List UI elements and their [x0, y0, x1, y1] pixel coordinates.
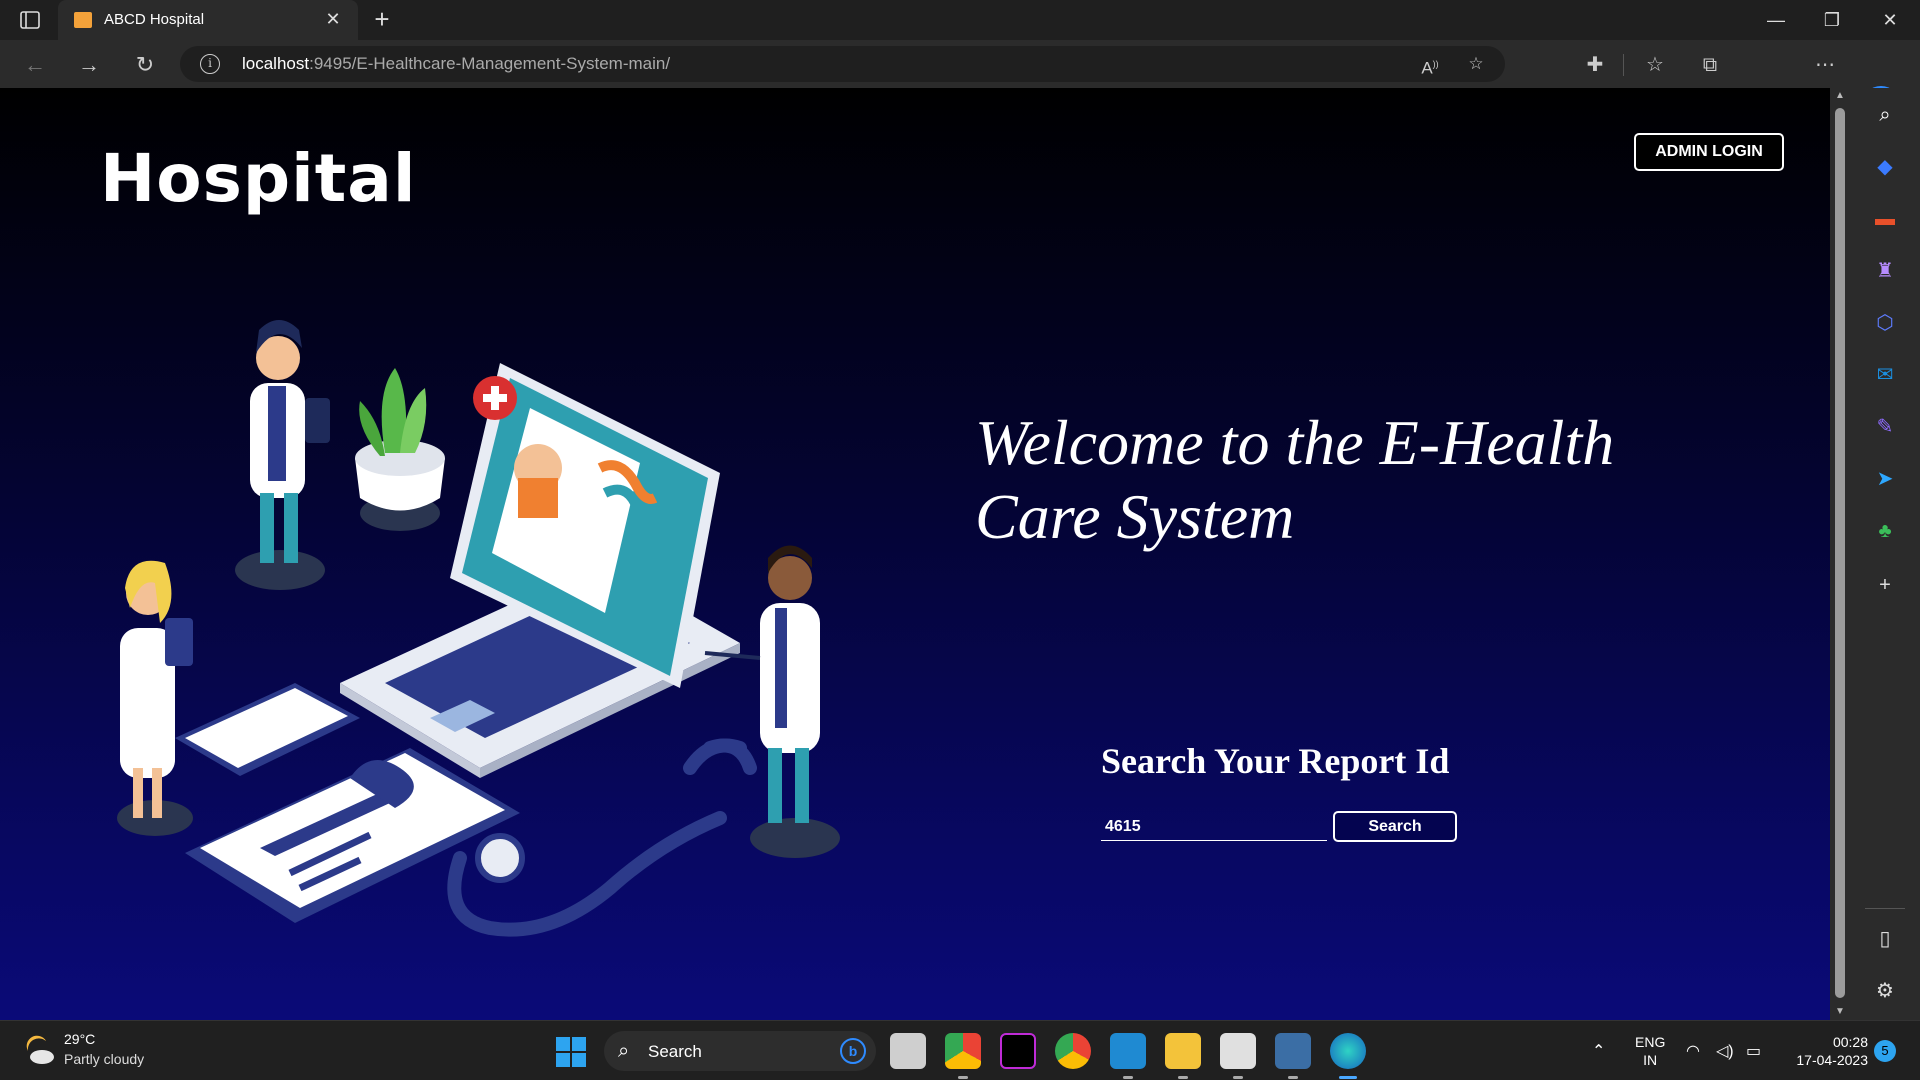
forward-icon[interactable]: → [74, 50, 104, 80]
tree-icon[interactable]: ♣ [1870, 516, 1900, 546]
edge-icon[interactable] [1330, 1033, 1366, 1079]
lang-top: ENG [1635, 1034, 1666, 1050]
search-button[interactable]: Search [1333, 811, 1457, 842]
chrome-profile-icon[interactable] [1055, 1033, 1091, 1069]
tools-briefcase-icon[interactable]: ▬ [1870, 204, 1900, 234]
add-sidebar-app-icon[interactable]: + [1870, 570, 1900, 600]
taskbar-search-label: Search [648, 1042, 702, 1061]
weather-condition[interactable]: Partly cloudy [64, 1051, 144, 1067]
scroll-up-arrow-icon[interactable]: ▲ [1834, 90, 1846, 102]
minimize-icon[interactable]: — [1756, 6, 1796, 34]
scroll-down-arrow-icon[interactable]: ▼ [1834, 1006, 1846, 1018]
designer-icon[interactable]: ✎ [1870, 412, 1900, 442]
wifi-icon[interactable]: ◠ [1686, 1041, 1700, 1061]
welcome-heading: Welcome to the E-Health Care System [975, 406, 1675, 554]
more-options-icon[interactable]: ⋯ [1810, 50, 1840, 80]
running-indicator [1233, 1076, 1243, 1079]
sidebar-settings-icon[interactable]: ⚙ [1870, 976, 1900, 1006]
active-indicator [1339, 1076, 1357, 1079]
search-report-title: Search Your Report Id [1101, 741, 1450, 781]
browser-toolbar: ← → ↻ i localhost:9495/E-Healthcare-Mana… [0, 40, 1920, 124]
lang-bottom: IN [1643, 1052, 1658, 1068]
report-id-input[interactable] [1101, 813, 1327, 841]
system-clock[interactable]: 00:28 17-04-2023 [1784, 1033, 1868, 1069]
windows-start-icon[interactable] [556, 1037, 586, 1067]
task-view-icon[interactable] [890, 1033, 926, 1069]
scroll-thumb[interactable] [1835, 108, 1845, 998]
partly-cloudy-icon[interactable] [22, 1033, 56, 1067]
file-explorer-icon[interactable] [1165, 1033, 1201, 1079]
chrome-icon[interactable] [945, 1033, 981, 1079]
restore-icon[interactable]: ❐ [1812, 6, 1852, 34]
volume-icon[interactable]: ◁) [1716, 1041, 1734, 1061]
running-indicator [1178, 1076, 1188, 1079]
healthcare-illustration [117, 320, 840, 937]
address-bar[interactable]: i localhost:9495/E-Healthcare-Management… [180, 46, 1505, 82]
taskbar-search-icon: ⌕ [618, 1040, 630, 1062]
clock-time: 00:28 [1832, 1034, 1868, 1050]
shopping-tag-icon[interactable]: ◆ [1870, 152, 1900, 182]
hide-sidebar-icon[interactable]: ▯ [1870, 924, 1900, 954]
collections-icon[interactable]: ⧉ [1695, 50, 1725, 80]
extensions-icon[interactable]: ✚ [1580, 50, 1610, 80]
taskbar-bing-icon[interactable]: b [840, 1038, 866, 1064]
site-logo[interactable]: Hospital [100, 140, 416, 217]
page-scrollbar[interactable]: ▲ ▼ [1830, 88, 1850, 1020]
intellij-icon[interactable] [1000, 1033, 1036, 1069]
read-aloud-icon[interactable]: A)) [1418, 52, 1442, 78]
running-indicator [958, 1076, 968, 1079]
windows-taskbar: 29°C Partly cloudy ⌕ Search b ⌃ ENG IN ◠… [0, 1020, 1920, 1080]
drop-send-icon[interactable]: ➤ [1870, 464, 1900, 494]
plant-graphic [355, 368, 445, 511]
outlook-icon[interactable]: ✉ [1870, 360, 1900, 390]
language-indicator[interactable]: ENG IN [1635, 1033, 1665, 1069]
notification-badge[interactable]: 5 [1874, 1040, 1896, 1062]
cube-app-icon[interactable] [1220, 1033, 1256, 1079]
page-viewport: Hospital ADMIN LOGIN Welcome to the E-He… [0, 88, 1830, 1020]
site-info-icon[interactable]: i [200, 54, 220, 74]
tablet-graphic [175, 683, 360, 776]
weather-temperature[interactable]: 29°C [64, 1031, 95, 1047]
window-close-icon[interactable]: ✕ [1870, 6, 1910, 34]
welcome-line-2: Care System [975, 481, 1295, 552]
url-path: :9495/E-Healthcare-Management-System-mai… [309, 54, 671, 73]
add-favorite-icon[interactable]: ☆ [1464, 52, 1488, 76]
clock-date: 17-04-2023 [1796, 1052, 1868, 1068]
new-tab-button[interactable]: + [368, 6, 396, 34]
battery-icon[interactable]: ▭ [1746, 1041, 1761, 1061]
doctor-right-graphic [704, 545, 820, 823]
games-icon[interactable]: ♜ [1870, 256, 1900, 286]
clipboard-graphic [185, 748, 520, 923]
admin-login-button[interactable]: ADMIN LOGIN [1634, 133, 1784, 171]
tab-actions-icon[interactable] [18, 8, 42, 32]
doctor-female-graphic [120, 560, 193, 818]
toolbar-divider [1623, 54, 1624, 76]
taskbar-search-box[interactable]: ⌕ Search b [604, 1031, 876, 1071]
favorites-icon[interactable]: ☆ [1640, 50, 1670, 80]
tab-close-icon[interactable]: ✕ [322, 8, 344, 30]
doctor-glasses-graphic [250, 320, 330, 563]
browser-tab-bar: ABCD Hospital ✕ + — ❐ ✕ [0, 0, 1920, 40]
tab-title: ABCD Hospital [104, 11, 205, 28]
sidebar-search-icon[interactable]: ⌕ [1870, 100, 1900, 130]
back-icon[interactable]: ← [20, 50, 50, 80]
hospital-favicon-icon [74, 12, 92, 28]
edge-sidebar: ⌕ ◆ ▬ ♜ ⬡ ✉ ✎ ➤ ♣ + ▯ ⚙ [1850, 88, 1920, 1020]
url-text[interactable]: localhost:9495/E-Healthcare-Management-S… [242, 54, 670, 74]
browser-tab-active[interactable]: ABCD Hospital ✕ [58, 0, 358, 40]
running-indicator [1123, 1076, 1133, 1079]
refresh-icon[interactable]: ↻ [130, 50, 160, 80]
sidebar-divider [1865, 908, 1905, 909]
microsoft-365-icon[interactable]: ⬡ [1870, 308, 1900, 338]
vscode-icon[interactable] [1110, 1033, 1146, 1079]
url-host: localhost [242, 54, 310, 73]
running-indicator [1288, 1076, 1298, 1079]
welcome-line-1: Welcome to the E-Health [975, 407, 1615, 478]
mysql-workbench-icon[interactable] [1275, 1033, 1311, 1079]
show-hidden-icons-icon[interactable]: ⌃ [1592, 1041, 1605, 1061]
